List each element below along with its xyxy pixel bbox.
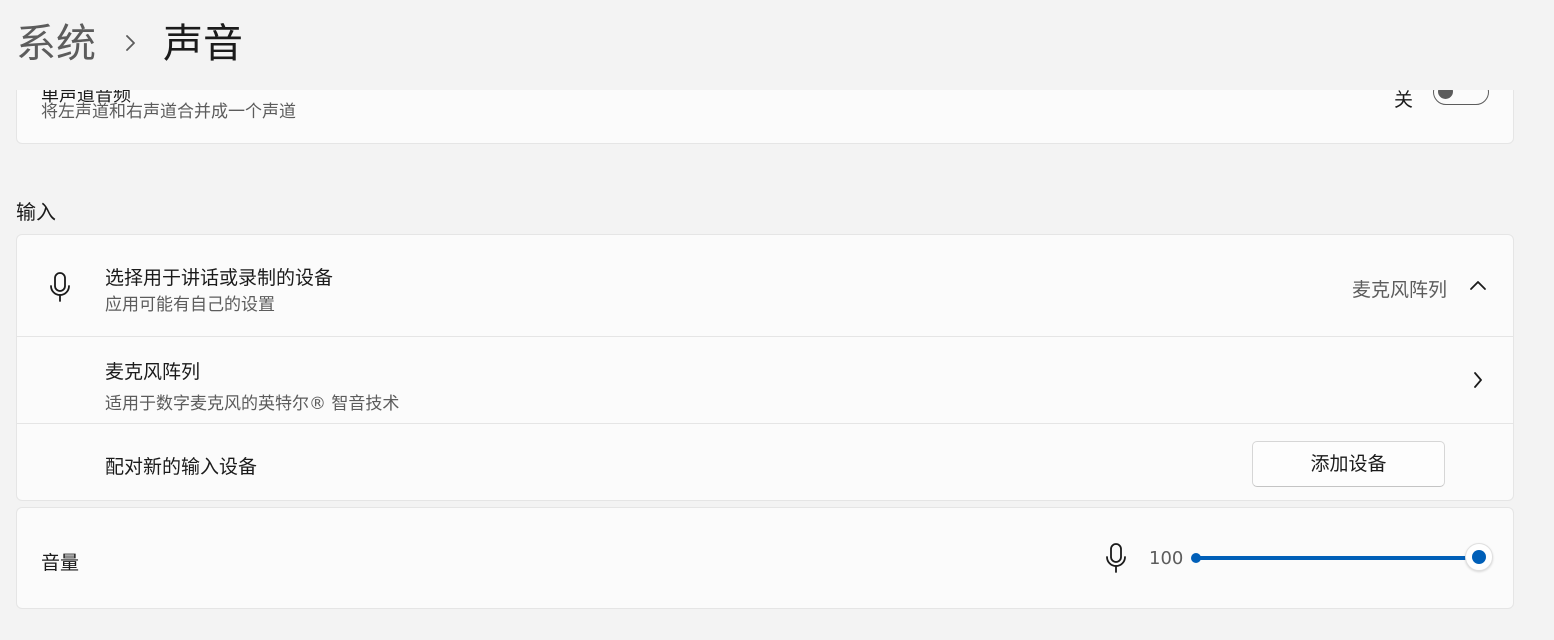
chevron-up-icon[interactable]: [1469, 279, 1487, 291]
input-card: 选择用于讲话或录制的设备 应用可能有自己的设置 麦克风阵列 麦克风阵列 适用于数…: [16, 234, 1514, 501]
breadcrumb-parent-system[interactable]: 系统: [16, 18, 96, 70]
chevron-right-icon: [126, 35, 135, 51]
volume-card: 音量 100: [16, 507, 1514, 609]
page-header: 系统 声音: [0, 0, 1554, 90]
microphone-icon: [50, 272, 70, 302]
page-title: 声音: [163, 21, 243, 67]
input-device-selector[interactable]: 选择用于讲话或录制的设备 应用可能有自己的设置 麦克风阵列: [17, 235, 1513, 337]
slider-fill: [1193, 556, 1479, 560]
volume-label: 音量: [41, 552, 80, 574]
device-selector-title: 选择用于讲话或录制的设备: [105, 267, 334, 289]
microphone-icon[interactable]: [1105, 542, 1127, 574]
slider-thumb-center: [1472, 550, 1486, 564]
mono-audio-description: 将左声道和右声道合并成一个声道: [41, 102, 296, 122]
volume-slider[interactable]: [1189, 542, 1493, 574]
device-item-microphone-array[interactable]: 麦克风阵列 适用于数字麦克风的英特尔® 智音技术: [17, 337, 1513, 424]
input-section-title: 输入: [16, 200, 56, 224]
device-description: 适用于数字麦克风的英特尔® 智音技术: [105, 394, 400, 414]
chevron-right-icon[interactable]: [1473, 371, 1483, 389]
device-selector-description: 应用可能有自己的设置: [105, 295, 275, 315]
selected-device-value: 麦克风阵列: [1351, 279, 1447, 301]
device-name: 麦克风阵列: [105, 361, 201, 383]
volume-value: 100: [1149, 548, 1184, 569]
pair-device-label: 配对新的输入设备: [105, 456, 258, 478]
add-device-button[interactable]: 添加设备: [1252, 441, 1445, 487]
sound-settings-page: 单声道音频 将左声道和右声道合并成一个声道 关 系统 声音 输入 选择用于讲话或…: [0, 0, 1554, 640]
slider-start-cap: [1191, 553, 1201, 563]
slider-thumb[interactable]: [1465, 543, 1493, 571]
